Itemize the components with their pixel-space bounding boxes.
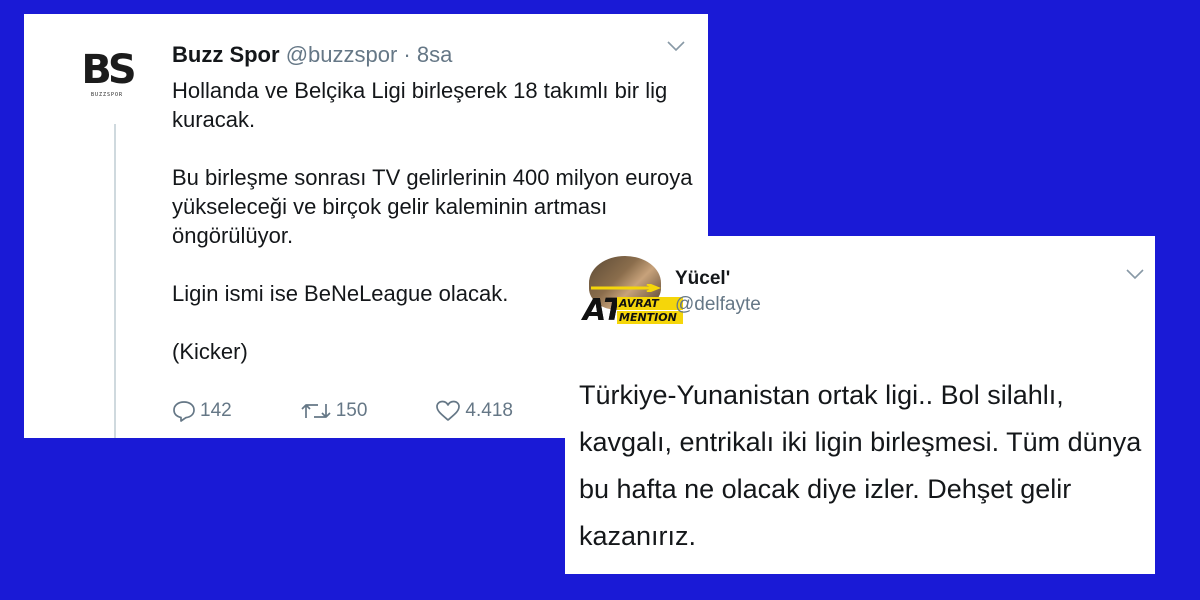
like-button[interactable]: 4.418 (435, 400, 513, 422)
separator-dot: · (403, 42, 411, 67)
avatar-arrow-graphic (591, 284, 661, 292)
tweet-paragraph: Hollanda ve Belçika Ligi birleşerek 18 t… (172, 78, 668, 132)
badge-line-1: AVRAT (619, 297, 659, 310)
retweet-count: 150 (335, 400, 368, 421)
avatar-logo-text: BS (81, 47, 136, 93)
display-name[interactable]: Buzz Spor (172, 42, 280, 67)
tweet-text: Türkiye-Yunanistan ortak ligi.. Bol sila… (579, 380, 1142, 551)
user-handle[interactable]: @delfayte (675, 294, 761, 316)
chevron-down-icon[interactable] (1125, 264, 1145, 285)
reply-count: 142 (200, 400, 232, 421)
avatar-badge: AT AVRAT MENTION (583, 294, 685, 328)
badge-line-2: MENTION (619, 311, 677, 324)
thread-line (114, 124, 116, 438)
timestamp[interactable]: 8sa (417, 42, 452, 67)
heart-icon (435, 400, 461, 422)
reply-icon (172, 400, 196, 422)
like-count: 4.418 (465, 400, 513, 421)
retweet-icon (300, 400, 332, 422)
reply-button[interactable]: 142 (172, 400, 232, 422)
avatar[interactable]: AT AVRAT MENTION (583, 256, 683, 336)
chevron-down-icon[interactable] (666, 36, 686, 57)
tweet-actions: 142 150 4.418 (172, 400, 581, 422)
avatar[interactable]: BS BUZZSPOR (74, 46, 140, 108)
tweet-card-delfayte[interactable]: AT AVRAT MENTION Yücel' @delfayte Türkiy… (565, 236, 1155, 574)
retweet-button[interactable]: 150 (300, 400, 368, 422)
user-handle[interactable]: @buzzspor (286, 42, 398, 67)
tweet-header: Buzz Spor @buzzspor · 8sa (172, 42, 452, 68)
display-name[interactable]: Yücel' (675, 268, 730, 290)
